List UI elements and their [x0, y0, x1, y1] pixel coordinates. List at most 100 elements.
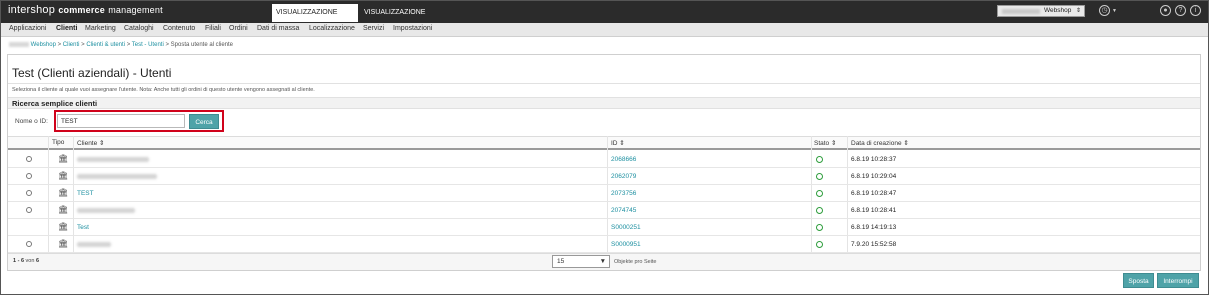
search-section-title: Ricerca semplice clienti [12, 99, 98, 108]
row-radio[interactable] [26, 156, 32, 162]
customer-id-link[interactable]: S0000251 [611, 224, 641, 231]
status-ok-icon [816, 224, 823, 231]
breadcrumb-separator: > [165, 42, 169, 49]
status-ok-icon [816, 207, 823, 214]
table-row [8, 219, 1200, 236]
help-icon[interactable]: ? [1175, 5, 1186, 16]
breadcrumb-clienti-utenti[interactable]: Clienti & utenti [86, 42, 125, 48]
nav-item-contenuto[interactable]: Contenuto [163, 25, 195, 32]
status-ok-icon [816, 173, 823, 180]
customer-id-link[interactable]: S0000951 [611, 241, 641, 248]
creation-date: 6.8.19 10:29:04 [851, 173, 897, 180]
customer-id-link[interactable]: 2062079 [611, 173, 636, 180]
creation-date: 6.8.19 14:19:13 [851, 224, 897, 231]
brand-name: intershop [8, 4, 56, 16]
site-selector[interactable]: Webshop ⇕ [997, 5, 1085, 17]
table-row [8, 151, 1200, 168]
per-page-label: Objekte pro Seite [614, 259, 657, 265]
building-icon: 🏛 [58, 205, 69, 214]
table-row [8, 168, 1200, 185]
creation-date: 6.8.19 10:28:41 [851, 207, 897, 214]
building-icon: 🏛 [58, 154, 69, 163]
nav-item-impostazioni[interactable]: Impostazioni [393, 25, 432, 32]
site-org-redacted [1002, 9, 1040, 14]
table-row [8, 202, 1200, 219]
row-radio[interactable] [26, 173, 32, 179]
column-header-cliente[interactable]: Cliente ⇕ [77, 139, 105, 147]
breadcrumb-separator: > [81, 42, 85, 49]
nav-item-localizzazione[interactable]: Localizzazione [309, 25, 355, 32]
move-button[interactable]: Sposta [1123, 273, 1154, 288]
nav-item-filiali[interactable]: Filiali [205, 25, 221, 32]
nav-item-ordini[interactable]: Ordini [229, 25, 248, 32]
page-title: Test (Clienti aziendali) - Utenti [12, 66, 172, 80]
user-icon[interactable]: ● [1160, 5, 1171, 16]
result-count: 1 - 6 von 6 [13, 258, 39, 264]
site-selector-value: Webshop [1044, 7, 1072, 14]
customer-name-redacted[interactable] [77, 174, 157, 179]
column-header-stato[interactable]: Stato ⇕ [814, 139, 836, 147]
search-section-bar [8, 97, 1200, 109]
breadcrumb: Webshop > Clienti > Clienti & utenti > T… [9, 42, 233, 48]
building-icon: 🏛 [58, 239, 69, 248]
table-header [8, 136, 1200, 150]
creation-date: 6.8.19 10:28:37 [851, 156, 897, 163]
chevron-down-icon[interactable]: ▼ [1112, 8, 1117, 14]
title-divider [8, 83, 1200, 84]
breadcrumb-redacted [9, 42, 29, 47]
building-icon: 🏛 [58, 171, 69, 180]
building-icon: 🏛 [58, 188, 69, 197]
customer-id-link[interactable]: 2074745 [611, 207, 636, 214]
search-input[interactable] [57, 114, 185, 128]
nav-item-marketing[interactable]: Marketing [85, 25, 116, 32]
nav-item-servizi[interactable]: Servizi [363, 25, 384, 32]
nav-item-clienti[interactable]: Clienti [56, 25, 77, 32]
row-radio[interactable] [26, 190, 32, 196]
customer-id-link[interactable]: 2073756 [611, 190, 636, 197]
creation-date: 6.8.19 10:28:47 [851, 190, 897, 197]
per-page-value: 15 [557, 258, 565, 265]
status-ok-icon [816, 241, 823, 248]
row-radio[interactable] [26, 241, 32, 247]
breadcrumb-current: Sposta utente al cliente [170, 42, 234, 49]
info-icon[interactable]: i [1190, 5, 1201, 16]
nav-item-applicazioni[interactable]: Applicazioni [9, 25, 46, 32]
breadcrumb-separator: > [57, 42, 62, 49]
nav-item-dati-di-massa[interactable]: Dati di massa [257, 25, 299, 32]
search-button[interactable]: Cerca [189, 114, 219, 129]
breadcrumb-test-utenti[interactable]: Test - Utenti [132, 42, 164, 48]
customer-name-link[interactable]: Test [77, 224, 89, 231]
building-icon: 🏛 [58, 222, 69, 231]
result-of: von [25, 258, 35, 264]
table-row [8, 185, 1200, 202]
column-header-id[interactable]: ID ⇕ [611, 139, 625, 147]
page-hint: Seleziona il cliente al quale vuoi asseg… [12, 87, 315, 93]
nav-item-cataloghi[interactable]: Cataloghi [124, 25, 154, 32]
status-ok-icon [816, 156, 823, 163]
customer-name-redacted[interactable] [77, 208, 135, 213]
main-nav: Applicazioni Clienti Marketing Cataloghi… [1, 23, 1208, 37]
per-page-select[interactable]: 15 ▼ [552, 255, 610, 268]
customer-name-link[interactable]: TEST [77, 190, 94, 197]
column-header-tipo: Tipo [52, 139, 65, 146]
brand-logo: intershop commerce management [8, 4, 163, 16]
column-header-data[interactable]: Data di creazione ⇕ [851, 139, 909, 147]
customer-id-link[interactable]: 2068666 [611, 156, 636, 163]
tab-data-view[interactable]: VISUALIZZAZIONE DATI [272, 4, 358, 34]
result-total: 6 [35, 258, 40, 264]
cancel-button[interactable]: Interrompi [1157, 273, 1199, 288]
brand-product: commerce [58, 5, 105, 15]
chevron-down-icon: ▼ [599, 258, 606, 265]
brand-suffix: management [108, 5, 163, 15]
table-row [8, 236, 1200, 253]
tab-design-view[interactable]: VISUALIZZAZIONE DESIGN [360, 4, 452, 34]
breadcrumb-clienti[interactable]: Clienti [63, 42, 80, 48]
breadcrumb-separator: > [126, 42, 131, 49]
clock-icon[interactable]: ◷ [1099, 5, 1110, 16]
updown-icon: ⇕ [1075, 8, 1081, 14]
search-label: Nome o ID: [15, 118, 48, 125]
customer-name-redacted[interactable] [77, 242, 111, 247]
breadcrumb-webshop[interactable]: Webshop [31, 42, 56, 48]
row-radio[interactable] [26, 207, 32, 213]
customer-name-redacted[interactable] [77, 157, 149, 162]
